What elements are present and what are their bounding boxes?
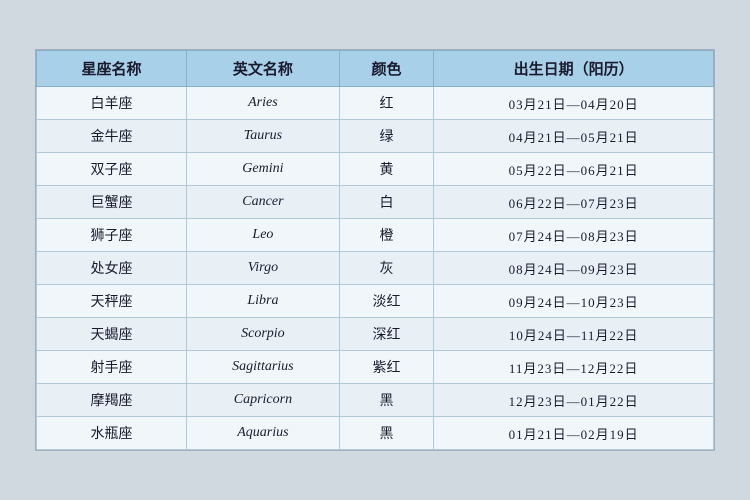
cell-chinese: 双子座 bbox=[37, 153, 187, 186]
cell-english: Cancer bbox=[187, 186, 340, 219]
cell-chinese: 巨蟹座 bbox=[37, 186, 187, 219]
col-header-dates: 出生日期（阳历） bbox=[434, 51, 714, 87]
cell-dates: 08月24日—09月23日 bbox=[434, 252, 714, 285]
cell-english: Gemini bbox=[187, 153, 340, 186]
cell-color: 淡红 bbox=[339, 285, 433, 318]
cell-color: 白 bbox=[339, 186, 433, 219]
cell-english: Taurus bbox=[187, 120, 340, 153]
cell-dates: 04月21日—05月21日 bbox=[434, 120, 714, 153]
cell-dates: 07月24日—08月23日 bbox=[434, 219, 714, 252]
cell-chinese: 水瓶座 bbox=[37, 417, 187, 450]
table-row: 摩羯座Capricorn黑12月23日—01月22日 bbox=[37, 384, 714, 417]
cell-chinese: 金牛座 bbox=[37, 120, 187, 153]
table-header-row: 星座名称 英文名称 颜色 出生日期（阳历） bbox=[37, 51, 714, 87]
cell-english: Sagittarius bbox=[187, 351, 340, 384]
cell-color: 绿 bbox=[339, 120, 433, 153]
cell-chinese: 射手座 bbox=[37, 351, 187, 384]
cell-color: 深红 bbox=[339, 318, 433, 351]
cell-dates: 12月23日—01月22日 bbox=[434, 384, 714, 417]
cell-english: Capricorn bbox=[187, 384, 340, 417]
cell-english: Aquarius bbox=[187, 417, 340, 450]
zodiac-table-container: 星座名称 英文名称 颜色 出生日期（阳历） 白羊座Aries红03月21日—04… bbox=[35, 49, 715, 451]
cell-chinese: 白羊座 bbox=[37, 87, 187, 120]
table-row: 狮子座Leo橙07月24日—08月23日 bbox=[37, 219, 714, 252]
cell-chinese: 天蝎座 bbox=[37, 318, 187, 351]
col-header-english: 英文名称 bbox=[187, 51, 340, 87]
cell-dates: 11月23日—12月22日 bbox=[434, 351, 714, 384]
col-header-color: 颜色 bbox=[339, 51, 433, 87]
cell-english: Leo bbox=[187, 219, 340, 252]
cell-color: 红 bbox=[339, 87, 433, 120]
cell-dates: 05月22日—06月21日 bbox=[434, 153, 714, 186]
table-row: 处女座Virgo灰08月24日—09月23日 bbox=[37, 252, 714, 285]
cell-english: Libra bbox=[187, 285, 340, 318]
zodiac-table: 星座名称 英文名称 颜色 出生日期（阳历） 白羊座Aries红03月21日—04… bbox=[36, 50, 714, 450]
cell-color: 灰 bbox=[339, 252, 433, 285]
cell-english: Scorpio bbox=[187, 318, 340, 351]
cell-color: 橙 bbox=[339, 219, 433, 252]
col-header-chinese: 星座名称 bbox=[37, 51, 187, 87]
table-row: 水瓶座Aquarius黑01月21日—02月19日 bbox=[37, 417, 714, 450]
cell-dates: 06月22日—07月23日 bbox=[434, 186, 714, 219]
cell-color: 黑 bbox=[339, 417, 433, 450]
cell-english: Aries bbox=[187, 87, 340, 120]
cell-color: 黑 bbox=[339, 384, 433, 417]
cell-color: 黄 bbox=[339, 153, 433, 186]
cell-dates: 09月24日—10月23日 bbox=[434, 285, 714, 318]
cell-chinese: 处女座 bbox=[37, 252, 187, 285]
cell-color: 紫红 bbox=[339, 351, 433, 384]
cell-chinese: 狮子座 bbox=[37, 219, 187, 252]
table-row: 天秤座Libra淡红09月24日—10月23日 bbox=[37, 285, 714, 318]
table-row: 天蝎座Scorpio深红10月24日—11月22日 bbox=[37, 318, 714, 351]
cell-dates: 10月24日—11月22日 bbox=[434, 318, 714, 351]
table-row: 双子座Gemini黄05月22日—06月21日 bbox=[37, 153, 714, 186]
cell-chinese: 摩羯座 bbox=[37, 384, 187, 417]
table-row: 巨蟹座Cancer白06月22日—07月23日 bbox=[37, 186, 714, 219]
table-row: 射手座Sagittarius紫红11月23日—12月22日 bbox=[37, 351, 714, 384]
cell-english: Virgo bbox=[187, 252, 340, 285]
cell-dates: 03月21日—04月20日 bbox=[434, 87, 714, 120]
table-row: 白羊座Aries红03月21日—04月20日 bbox=[37, 87, 714, 120]
table-row: 金牛座Taurus绿04月21日—05月21日 bbox=[37, 120, 714, 153]
cell-dates: 01月21日—02月19日 bbox=[434, 417, 714, 450]
cell-chinese: 天秤座 bbox=[37, 285, 187, 318]
